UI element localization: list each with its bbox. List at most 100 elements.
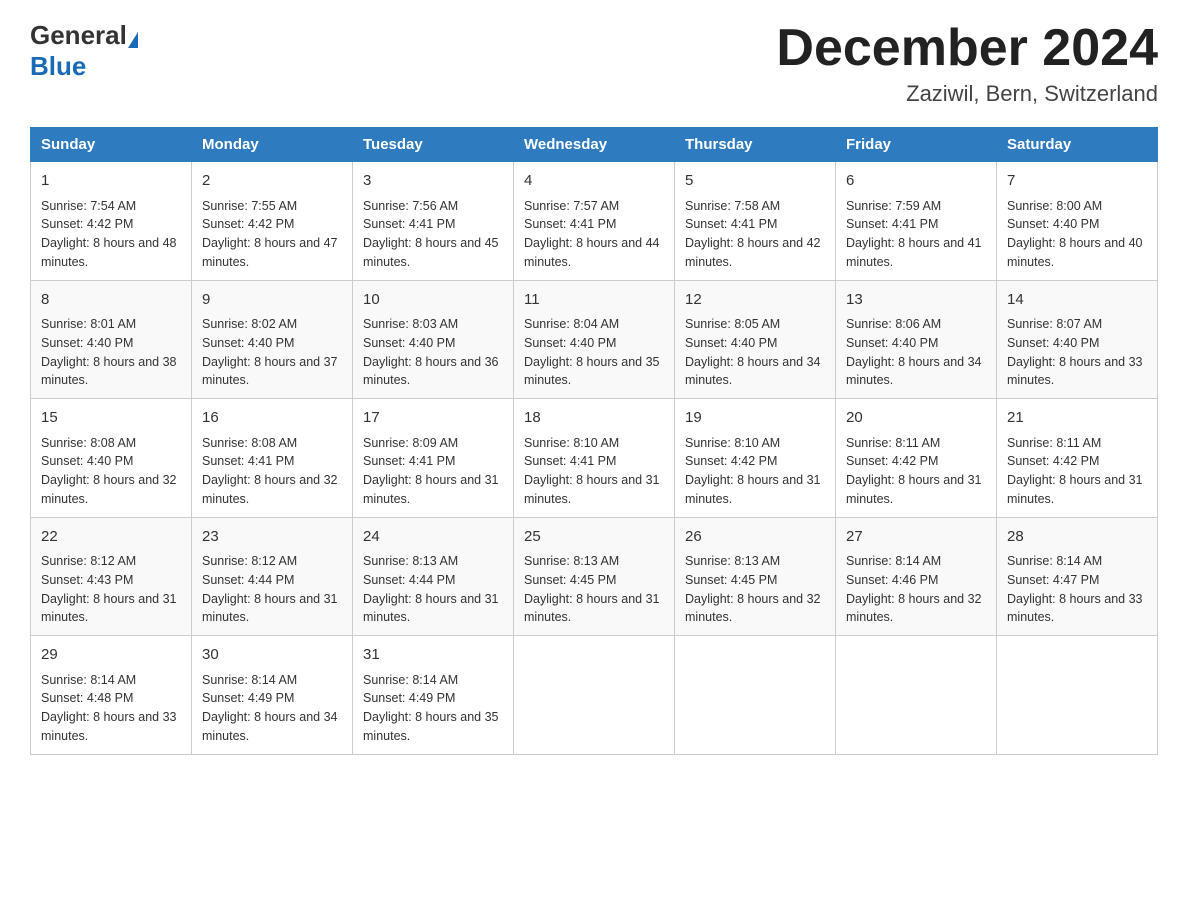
day-cell: 9Sunrise: 8:02 AMSunset: 4:40 PMDaylight… xyxy=(192,280,353,399)
day-cell: 18 Sunrise: 8:10 AMSunset: 4:41 PMDayligh… xyxy=(514,399,675,518)
day-info: Sunrise: 8:05 AMSunset: 4:40 PMDaylight:… xyxy=(685,315,825,390)
day-cell: 16Sunrise: 8:08 AMSunset: 4:41 PMDayligh… xyxy=(192,399,353,518)
day-number: 13 xyxy=(846,289,986,312)
week-row-1: 1Sunrise: 7:54 AMSunset: 4:42 PMDaylight… xyxy=(31,162,1158,281)
day-cell: 24Sunrise: 8:13 AMSunset: 4:44 PMDayligh… xyxy=(353,517,514,636)
day-cell xyxy=(514,636,675,755)
day-info: Sunrise: 7:58 AMSunset: 4:41 PMDaylight:… xyxy=(685,197,825,272)
month-title: December 2024 xyxy=(776,20,1158,77)
day-number: 11 xyxy=(524,289,664,312)
day-info: Sunrise: 8:12 AMSunset: 4:43 PMDaylight:… xyxy=(41,552,181,627)
logo-text: General Blue xyxy=(30,20,140,82)
day-number: 7 xyxy=(1007,170,1147,193)
day-info: Sunrise: 7:56 AMSunset: 4:41 PMDaylight:… xyxy=(363,197,503,272)
day-number: 17 xyxy=(363,407,503,430)
logo-icon-triangle xyxy=(128,32,138,48)
day-cell: 1Sunrise: 7:54 AMSunset: 4:42 PMDaylight… xyxy=(31,162,192,281)
header-tuesday: Tuesday xyxy=(353,128,514,162)
day-cell: 27 Sunrise: 8:14 AMSunset: 4:46 PMDayligh… xyxy=(836,517,997,636)
day-number: 1 xyxy=(41,170,181,193)
day-number: 2 xyxy=(202,170,342,193)
day-info: Sunrise: 8:07 AMSunset: 4:40 PMDaylight:… xyxy=(1007,315,1147,390)
calendar-table: SundayMondayTuesdayWednesdayThursdayFrid… xyxy=(30,127,1158,755)
day-info: Sunrise: 8:10 AMSunset: 4:42 PMDaylight:… xyxy=(685,434,825,509)
day-number: 19 xyxy=(685,407,825,430)
day-cell: 20Sunrise: 8:11 AMSunset: 4:42 PMDayligh… xyxy=(836,399,997,518)
day-cell: 23 Sunrise: 8:12 AMSunset: 4:44 PMDayligh… xyxy=(192,517,353,636)
day-cell: 15Sunrise: 8:08 AMSunset: 4:40 PMDayligh… xyxy=(31,399,192,518)
day-number: 18 xyxy=(524,407,664,430)
day-cell: 14Sunrise: 8:07 AMSunset: 4:40 PMDayligh… xyxy=(997,280,1158,399)
day-number: 4 xyxy=(524,170,664,193)
day-number: 5 xyxy=(685,170,825,193)
day-info: Sunrise: 7:57 AMSunset: 4:41 PMDaylight:… xyxy=(524,197,664,272)
day-cell: 7 Sunrise: 8:00 AMSunset: 4:40 PMDaylight… xyxy=(997,162,1158,281)
day-cell: 17 Sunrise: 8:09 AMSunset: 4:41 PMDayligh… xyxy=(353,399,514,518)
day-number: 6 xyxy=(846,170,986,193)
day-number: 24 xyxy=(363,526,503,549)
page-header: General Blue December 2024 Zaziwil, Bern… xyxy=(30,20,1158,107)
day-info: Sunrise: 8:09 AMSunset: 4:41 PMDaylight:… xyxy=(363,434,503,509)
day-info: Sunrise: 8:11 AMSunset: 4:42 PMDaylight:… xyxy=(1007,434,1147,509)
day-info: Sunrise: 8:13 AMSunset: 4:45 PMDaylight:… xyxy=(524,552,664,627)
day-info: Sunrise: 7:59 AMSunset: 4:41 PMDaylight:… xyxy=(846,197,986,272)
day-info: Sunrise: 8:13 AMSunset: 4:45 PMDaylight:… xyxy=(685,552,825,627)
day-info: Sunrise: 8:12 AMSunset: 4:44 PMDaylight:… xyxy=(202,552,342,627)
day-cell: 31 Sunrise: 8:14 AMSunset: 4:49 PMDayligh… xyxy=(353,636,514,755)
header-saturday: Saturday xyxy=(997,128,1158,162)
day-number: 27 xyxy=(846,526,986,549)
day-info: Sunrise: 8:14 AMSunset: 4:46 PMDaylight:… xyxy=(846,552,986,627)
day-cell: 30 Sunrise: 8:14 AMSunset: 4:49 PMDayligh… xyxy=(192,636,353,755)
day-info: Sunrise: 8:14 AMSunset: 4:47 PMDaylight:… xyxy=(1007,552,1147,627)
day-number: 29 xyxy=(41,644,181,667)
day-number: 28 xyxy=(1007,526,1147,549)
day-number: 12 xyxy=(685,289,825,312)
title-block: December 2024 Zaziwil, Bern, Switzerland xyxy=(776,20,1158,107)
day-info: Sunrise: 8:10 AMSunset: 4:41 PMDaylight:… xyxy=(524,434,664,509)
day-number: 31 xyxy=(363,644,503,667)
day-number: 20 xyxy=(846,407,986,430)
day-number: 16 xyxy=(202,407,342,430)
day-cell: 3 Sunrise: 7:56 AMSunset: 4:41 PMDaylight… xyxy=(353,162,514,281)
day-info: Sunrise: 8:04 AMSunset: 4:40 PMDaylight:… xyxy=(524,315,664,390)
week-row-2: 8Sunrise: 8:01 AMSunset: 4:40 PMDaylight… xyxy=(31,280,1158,399)
day-cell: 13Sunrise: 8:06 AMSunset: 4:40 PMDayligh… xyxy=(836,280,997,399)
header-monday: Monday xyxy=(192,128,353,162)
day-cell: 11 Sunrise: 8:04 AMSunset: 4:40 PMDayligh… xyxy=(514,280,675,399)
day-info: Sunrise: 8:14 AMSunset: 4:48 PMDaylight:… xyxy=(41,671,181,746)
day-cell: 12 Sunrise: 8:05 AMSunset: 4:40 PMDayligh… xyxy=(675,280,836,399)
day-cell: 26 Sunrise: 8:13 AMSunset: 4:45 PMDayligh… xyxy=(675,517,836,636)
day-info: Sunrise: 8:14 AMSunset: 4:49 PMDaylight:… xyxy=(202,671,342,746)
day-number: 25 xyxy=(524,526,664,549)
logo: General Blue xyxy=(30,20,140,82)
day-number: 26 xyxy=(685,526,825,549)
day-cell: 22 Sunrise: 8:12 AMSunset: 4:43 PMDayligh… xyxy=(31,517,192,636)
day-cell: 6 Sunrise: 7:59 AMSunset: 4:41 PMDaylight… xyxy=(836,162,997,281)
logo-general: General xyxy=(30,20,127,50)
day-info: Sunrise: 8:03 AMSunset: 4:40 PMDaylight:… xyxy=(363,315,503,390)
day-cell: 10 Sunrise: 8:03 AMSunset: 4:40 PMDayligh… xyxy=(353,280,514,399)
day-info: Sunrise: 8:00 AMSunset: 4:40 PMDaylight:… xyxy=(1007,197,1147,272)
day-cell: 29 Sunrise: 8:14 AMSunset: 4:48 PMDayligh… xyxy=(31,636,192,755)
day-number: 22 xyxy=(41,526,181,549)
day-info: Sunrise: 8:01 AMSunset: 4:40 PMDaylight:… xyxy=(41,315,181,390)
day-cell xyxy=(836,636,997,755)
location: Zaziwil, Bern, Switzerland xyxy=(776,81,1158,107)
day-number: 3 xyxy=(363,170,503,193)
day-number: 10 xyxy=(363,289,503,312)
day-number: 30 xyxy=(202,644,342,667)
day-cell: 5 Sunrise: 7:58 AMSunset: 4:41 PMDaylight… xyxy=(675,162,836,281)
day-number: 15 xyxy=(41,407,181,430)
logo-blue: Blue xyxy=(30,51,86,81)
week-row-3: 15Sunrise: 8:08 AMSunset: 4:40 PMDayligh… xyxy=(31,399,1158,518)
day-cell: 28 Sunrise: 8:14 AMSunset: 4:47 PMDayligh… xyxy=(997,517,1158,636)
day-info: Sunrise: 7:55 AMSunset: 4:42 PMDaylight:… xyxy=(202,197,342,272)
header-wednesday: Wednesday xyxy=(514,128,675,162)
week-row-4: 22 Sunrise: 8:12 AMSunset: 4:43 PMDayligh… xyxy=(31,517,1158,636)
day-cell xyxy=(675,636,836,755)
header-sunday: Sunday xyxy=(31,128,192,162)
week-row-5: 29 Sunrise: 8:14 AMSunset: 4:48 PMDayligh… xyxy=(31,636,1158,755)
day-info: Sunrise: 8:14 AMSunset: 4:49 PMDaylight:… xyxy=(363,671,503,746)
day-number: 23 xyxy=(202,526,342,549)
day-cell: 8Sunrise: 8:01 AMSunset: 4:40 PMDaylight… xyxy=(31,280,192,399)
